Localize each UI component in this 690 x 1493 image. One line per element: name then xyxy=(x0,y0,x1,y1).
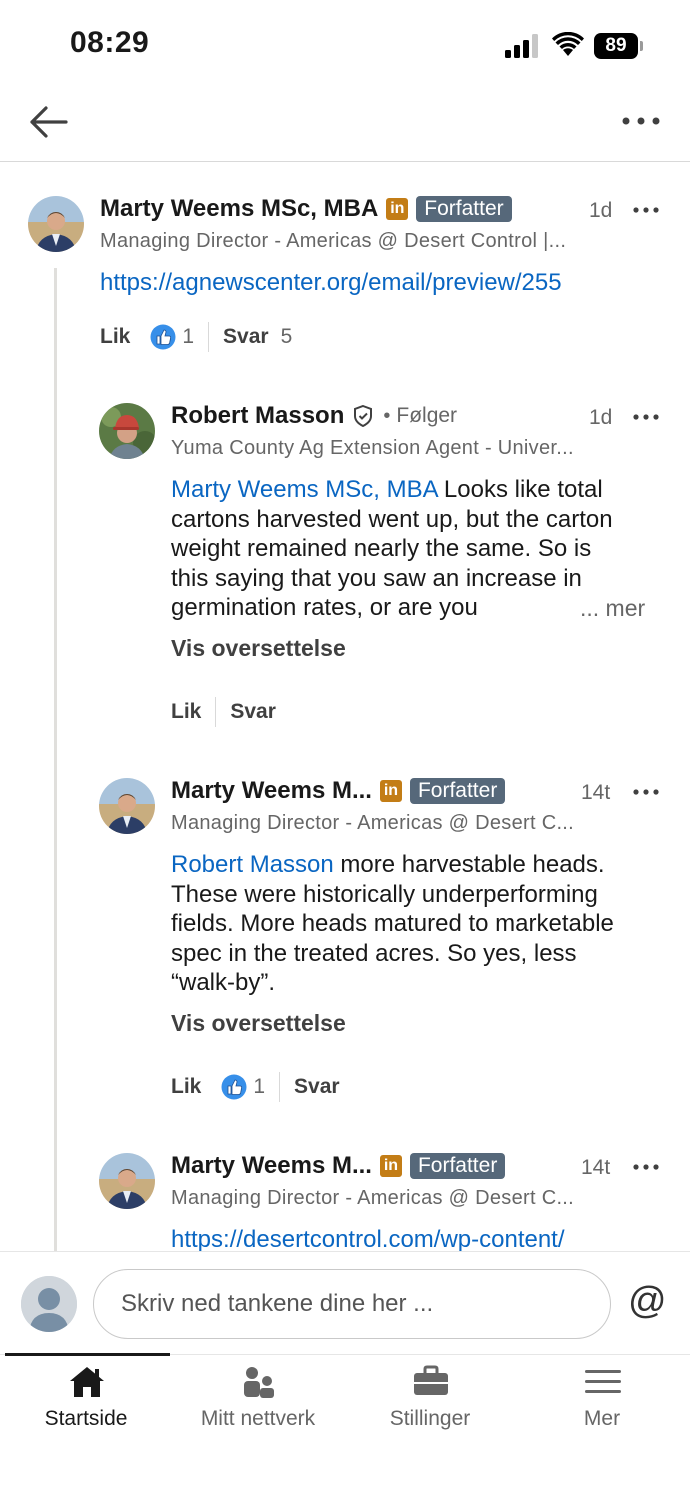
author-headline: Managing Director - Americas @ Desert C.… xyxy=(171,1187,575,1209)
like-count: 1 xyxy=(253,1075,266,1098)
bottom-nav: Startside Mitt nettverk Stillinger Mer xyxy=(0,1353,690,1493)
signal-icon xyxy=(505,34,538,58)
author-name[interactable]: Robert Masson xyxy=(171,402,344,430)
comment-link[interactable]: https://agnewscenter.org/email/preview/2… xyxy=(100,269,562,297)
comment-text: Robert Masson more harvestable heads. Th… xyxy=(171,851,614,997)
nav-label: Mitt nettverk xyxy=(200,1407,316,1430)
battery-level: 89 xyxy=(594,33,638,59)
show-translation-button[interactable]: Vis oversettelse xyxy=(171,1010,346,1037)
nav-label: Stillinger xyxy=(389,1407,471,1430)
menu-icon xyxy=(585,1370,621,1393)
separator-dot: • xyxy=(383,404,391,427)
more-options-icon[interactable] xyxy=(632,205,660,215)
avatar[interactable] xyxy=(99,403,155,459)
status-bar: 08:29 89 xyxy=(0,0,690,90)
reply-button[interactable]: Svar xyxy=(223,325,269,349)
wifi-icon xyxy=(552,32,584,56)
comment-thread: Marty Weems MSc, MBA in Forfatter 1d Man… xyxy=(0,163,690,1251)
reply-button[interactable]: Svar xyxy=(230,700,276,724)
author-name[interactable]: Marty Weems MSc, MBA xyxy=(100,195,378,223)
comment-time: 14t xyxy=(581,781,611,804)
comment-link[interactable]: https://desertcontrol.com/wp-content/ xyxy=(171,1226,565,1251)
verified-shield-icon xyxy=(354,405,373,427)
author-name[interactable]: Marty Weems M... xyxy=(171,1152,372,1180)
author-name[interactable]: Marty Weems M... xyxy=(171,777,372,805)
avatar[interactable] xyxy=(99,1153,155,1209)
see-more-button[interactable]: ... mer xyxy=(580,595,645,622)
show-translation-button[interactable]: Vis oversettelse xyxy=(171,635,346,662)
like-button[interactable]: Lik xyxy=(100,325,130,349)
like-button[interactable]: Lik xyxy=(171,1075,201,1099)
user-avatar xyxy=(21,1276,77,1332)
mention-at-button[interactable]: @ xyxy=(628,1280,667,1323)
network-icon xyxy=(244,1367,274,1398)
mention-link[interactable]: Marty Weems MSc, MBA xyxy=(171,476,437,503)
comment-actions: Lik Svar xyxy=(171,696,276,728)
comment-time: 1d xyxy=(589,406,613,429)
author-badge: Forfatter xyxy=(409,778,506,804)
follow-status: Følger xyxy=(396,404,458,427)
nav-label: Startside xyxy=(44,1407,128,1430)
avatar[interactable] xyxy=(99,778,155,834)
author-row: Marty Weems MSc, MBA in Forfatter xyxy=(100,193,512,225)
briefcase-icon xyxy=(414,1365,448,1395)
top-nav xyxy=(0,90,690,162)
home-icon xyxy=(70,1367,104,1397)
more-options-icon[interactable] xyxy=(632,412,660,422)
battery-icon: 89 xyxy=(594,33,644,59)
thumbs-up-icon xyxy=(150,324,176,350)
comment-compose-bar: Skriv ned tankene dine her ... @ xyxy=(0,1251,690,1354)
avatar[interactable] xyxy=(28,196,84,252)
thread-line xyxy=(54,268,57,1251)
nav-label: Mer xyxy=(583,1407,621,1430)
author-row: Robert Masson • Følger xyxy=(171,400,457,432)
status-time: 08:29 xyxy=(70,26,150,59)
mention-link[interactable]: Robert Masson xyxy=(171,851,334,878)
comment-time: 14t xyxy=(581,1156,611,1179)
like-count: 1 xyxy=(182,325,195,348)
more-options-icon[interactable] xyxy=(632,1162,660,1172)
more-options-icon[interactable] xyxy=(632,787,660,797)
thumbs-up-icon xyxy=(221,1074,247,1100)
comment-actions: Lik 1 Svar 5 xyxy=(100,321,292,353)
author-headline: Yuma County Ag Extension Agent - Univer.… xyxy=(171,437,574,459)
linkedin-icon: in xyxy=(379,1155,402,1177)
comment-actions: Lik 1 Svar xyxy=(171,1071,340,1103)
nav-more[interactable]: Mer xyxy=(516,1355,688,1455)
author-badge: Forfatter xyxy=(416,196,512,222)
comment-time: 1d xyxy=(589,199,613,222)
author-headline: Managing Director - Americas @ Desert Co… xyxy=(100,230,567,252)
linkedin-icon: in xyxy=(379,780,402,802)
linkedin-icon: in xyxy=(386,198,409,220)
reply-count: 5 xyxy=(280,325,293,348)
author-row: Marty Weems M... in Forfatter xyxy=(171,775,506,807)
comment-input[interactable]: Skriv ned tankene dine her ... xyxy=(93,1269,611,1339)
back-arrow-icon[interactable] xyxy=(26,102,74,142)
author-headline: Managing Director - Americas @ Desert C.… xyxy=(171,812,575,834)
like-button[interactable]: Lik xyxy=(171,700,201,724)
reply-button[interactable]: Svar xyxy=(294,1075,340,1099)
nav-home[interactable]: Startside xyxy=(0,1355,172,1455)
author-badge: Forfatter xyxy=(409,1153,506,1179)
more-options-icon[interactable] xyxy=(616,106,666,136)
nav-jobs[interactable]: Stillinger xyxy=(344,1355,516,1455)
author-row: Marty Weems M... in Forfatter xyxy=(171,1150,506,1182)
nav-network[interactable]: Mitt nettverk xyxy=(172,1355,344,1455)
